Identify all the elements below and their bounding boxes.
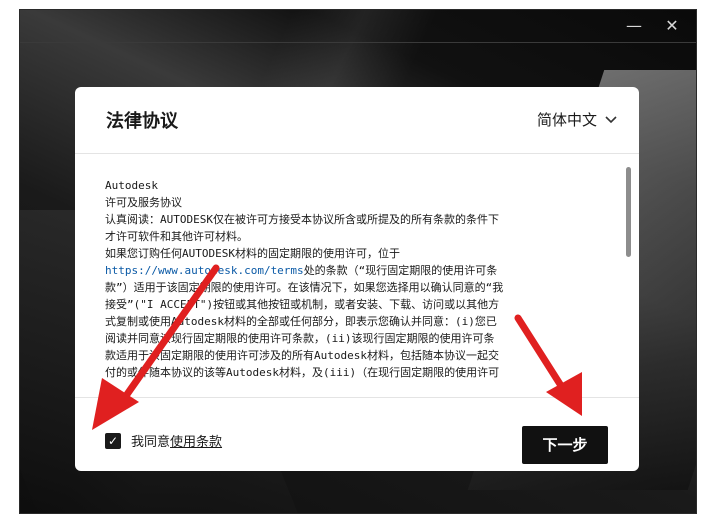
chevron-down-icon [605, 113, 617, 127]
language-label: 简体中文 [536, 111, 597, 129]
scrollbar-thumb[interactable] [626, 167, 631, 257]
agreement-line: 接受”("I ACCEPT")按钮或其他按钮或机制，或者安装、下载、访问或以其他… [105, 298, 500, 311]
dialog-title: 法律协议 [106, 111, 178, 132]
agreement-line: 如果您订购任何AUTODESK材料的固定期限的使用许可，位于 [105, 247, 400, 260]
close-button[interactable]: ✕ [654, 10, 690, 42]
agreement-line: https://www.autodesk.com/terms处的条款（“现行固定… [105, 262, 605, 279]
title-bar: — ✕ [20, 10, 696, 43]
agree-prefix: 我同意 [131, 435, 171, 450]
agreement-text: Autodesk 许可及服务协议 认真阅读：AUTODESK仅在被许可方接受本协… [105, 177, 605, 385]
minimize-button[interactable]: — [616, 10, 652, 42]
agreement-line: 款”）适用于该固定期限的使用许可。在该情况下，如果您选择用以确认同意的“我 [105, 281, 504, 294]
language-select[interactable]: 简体中文 [537, 109, 617, 130]
dialog-header: 法律协议 简体中文 [75, 87, 639, 154]
agree-checkbox[interactable]: ✓ [105, 432, 121, 449]
terms-of-use-link[interactable]: 使用条款 [170, 435, 222, 450]
legal-agreement-dialog: 法律协议 简体中文 Autodesk 许可及服务协议 认真阅读：AUTODESK… [75, 87, 639, 471]
agreement-line: 才许可软件和其他许可材料。 [105, 230, 248, 243]
terms-url-link[interactable]: https://www.autodesk.com/terms [105, 264, 304, 277]
agreement-line: 认真阅读：AUTODESK仅在被许可方接受本协议所含或所提及的所有条款的条件下 [105, 213, 499, 226]
agree-label: 我同意使用条款 [131, 431, 222, 450]
agree-checkbox-row[interactable]: ✓ 我同意使用条款 [105, 431, 222, 450]
installer-window: — ✕ 法律协议 简体中文 Autodesk 许可及服务协议 认真阅读：AUTO… [20, 10, 696, 513]
agreement-line: Autodesk [105, 179, 158, 192]
agreement-line: 付的或伴随本协议的该等Autodesk材料，及(iii)（在现行固定期限的使用许… [105, 366, 500, 379]
agreement-line-suffix: 处的条款（“现行固定期限的使用许可条 [303, 264, 498, 277]
scrollbar[interactable] [625, 167, 631, 397]
agreement-line: 许可及服务协议 [105, 196, 182, 209]
agreement-line: 阅读并同意该现行固定期限的使用许可条款，(ii)该现行固定期限的使用许可条 [105, 332, 495, 345]
dialog-footer: ✓ 我同意使用条款 下一步 [75, 397, 639, 471]
agreement-line: 款适用于该固定期限的使用许可涉及的所有Autodesk材料，包括随本协议一起交 [105, 349, 499, 362]
next-button[interactable]: 下一步 [522, 426, 608, 464]
agreement-line: 式复制或使用Autodesk材料的全部或任何部分，即表示您确认并同意：(i)您已 [105, 315, 497, 328]
